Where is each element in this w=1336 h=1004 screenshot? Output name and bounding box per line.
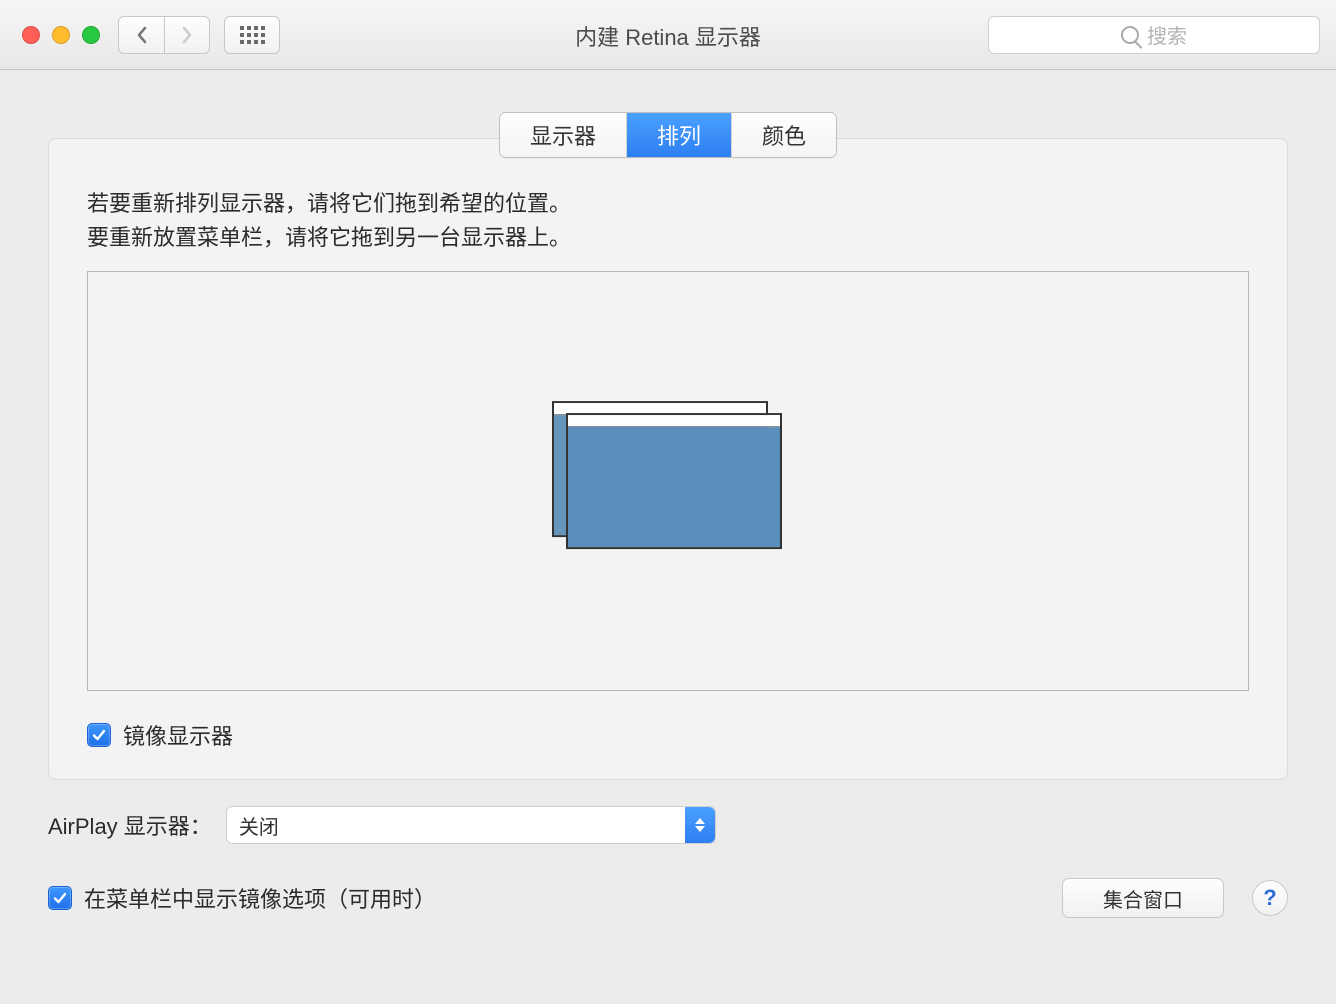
airplay-selected-value: 关闭 [239,811,279,840]
tab-display[interactable]: 显示器 [500,113,627,157]
check-icon [52,890,68,906]
tab-arrangement[interactable]: 排列 [627,113,732,157]
arrangement-area[interactable] [87,271,1249,691]
chevron-right-icon [181,26,193,44]
window-controls [22,26,100,44]
airplay-select[interactable]: 关闭 [226,806,716,844]
close-window-button[interactable] [22,26,40,44]
minimize-window-button[interactable] [52,26,70,44]
grid-icon [240,26,265,44]
instruction-line-1: 若要重新排列显示器，请将它们拖到希望的位置。 [87,187,1249,221]
help-icon: ? [1263,885,1276,911]
search-input[interactable]: 搜索 [988,16,1320,54]
titlebar: 内建 Retina 显示器 搜索 [0,0,1336,70]
display-stack[interactable] [552,401,784,549]
instruction-line-2: 要重新放置菜单栏，请将它拖到另一台显示器上。 [87,221,1249,255]
display-1-menubar[interactable] [568,415,780,427]
select-stepper-icon [685,807,715,843]
nav-buttons [118,16,210,54]
window-title-text: 内建 Retina 显示器 [575,25,761,50]
tabs: 显示器 排列 颜色 [499,112,837,158]
show-all-button[interactable] [224,16,280,54]
tab-color[interactable]: 颜色 [732,113,836,157]
search-icon [1121,26,1139,44]
instructions: 若要重新排列显示器，请将它们拖到希望的位置。 要重新放置菜单栏，请将它拖到另一台… [87,187,1249,255]
mirror-displays-label: 镜像显示器 [123,719,233,751]
footer-row: 在菜单栏中显示镜像选项（可用时） 集合窗口 ? [48,878,1288,918]
content-area: 显示器 排列 颜色 若要重新排列显示器，请将它们拖到希望的位置。 要重新放置菜单… [0,112,1336,946]
arrangement-panel: 若要重新排列显示器，请将它们拖到希望的位置。 要重新放置菜单栏，请将它拖到另一台… [48,138,1288,780]
chevron-left-icon [136,26,148,44]
gather-windows-label: 集合窗口 [1103,884,1183,913]
back-button[interactable] [118,16,164,54]
airplay-label: AirPlay 显示器： [48,809,212,841]
show-mirroring-label: 在菜单栏中显示镜像选项（可用时） [84,882,436,914]
help-button[interactable]: ? [1252,880,1288,916]
gather-windows-button[interactable]: 集合窗口 [1062,878,1224,918]
mirror-row: 镜像显示器 [87,719,1249,751]
display-1-body [568,427,780,547]
check-icon [91,727,107,743]
bottom-area: AirPlay 显示器： 关闭 在菜单栏中显示镜像选项（可用时） 集合窗口 ? [0,780,1336,918]
show-mirroring-checkbox[interactable] [48,886,72,910]
forward-button[interactable] [164,16,210,54]
search-placeholder: 搜索 [1147,20,1187,49]
airplay-row: AirPlay 显示器： 关闭 [48,806,1288,844]
tabs-container: 显示器 排列 颜色 [0,112,1336,158]
display-1[interactable] [566,413,782,549]
zoom-window-button[interactable] [82,26,100,44]
mirror-displays-checkbox[interactable] [87,723,111,747]
